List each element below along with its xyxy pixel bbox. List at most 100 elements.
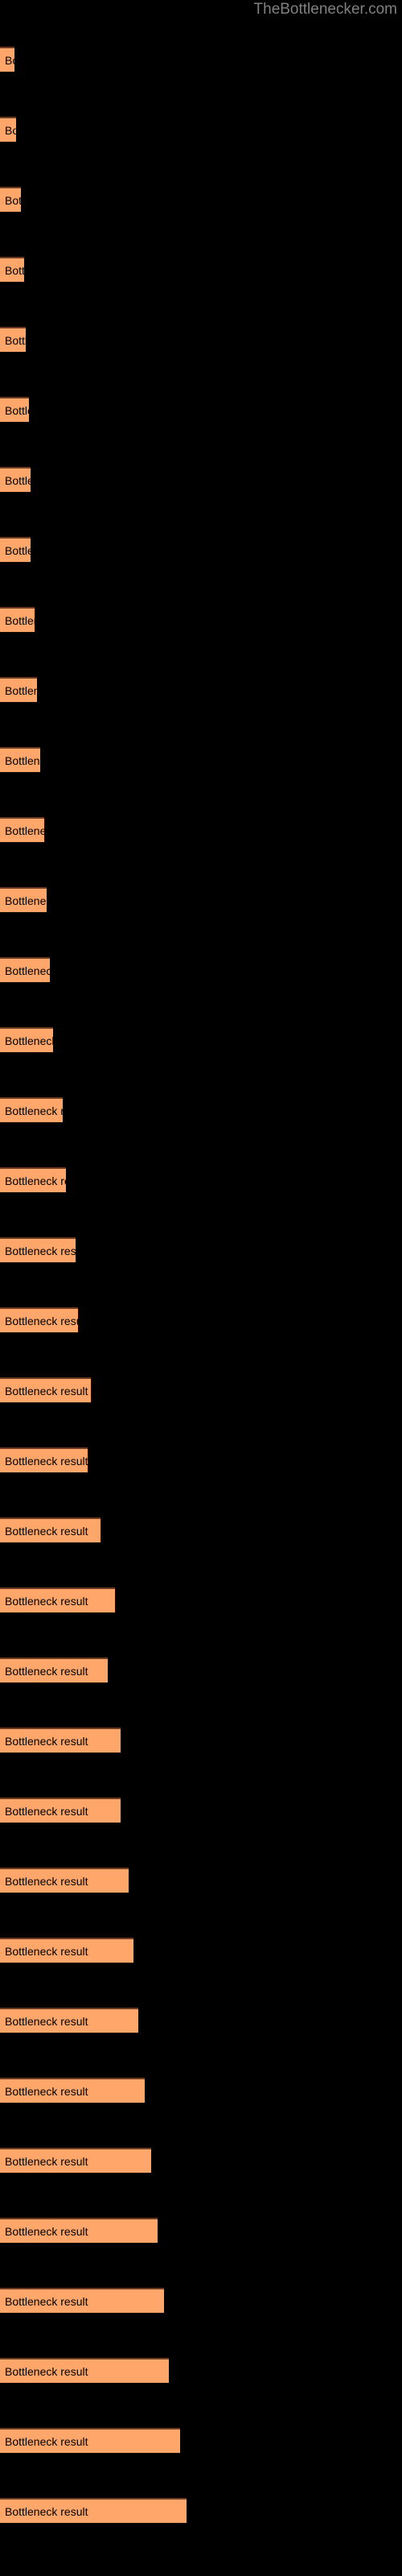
bar-clip: Bottleneck result	[0, 677, 37, 703]
bar[interactable]: Bottleneck result	[0, 2218, 158, 2244]
bar[interactable]: Bottleneck result	[0, 817, 44, 843]
bar[interactable]: Bottleneck result	[0, 1587, 115, 1613]
bar[interactable]: Bottleneck result	[0, 1868, 129, 1893]
bar[interactable]: Bottleneck result	[0, 1097, 63, 1123]
bar-label: Bottleneck result	[5, 613, 35, 627]
bar-label: Bottleneck result	[5, 824, 44, 837]
bar[interactable]: Bottleneck result	[0, 117, 16, 142]
bar-chart: Bottleneck result Bottleneck result Bottle…	[0, 0, 402, 2576]
bar-clip: Bottleneck result	[0, 537, 31, 563]
bar-clip: Bottleneck result	[0, 607, 35, 633]
bar[interactable]: Bottleneck result	[0, 1657, 108, 1683]
bar[interactable]: Bottleneck result	[0, 537, 31, 563]
bar-clip: Bottleneck result	[0, 117, 16, 142]
bar[interactable]: Bottleneck result	[0, 1447, 88, 1473]
bar-label: Bottleneck result	[5, 2084, 88, 2098]
bar[interactable]: Bottleneck result	[0, 957, 50, 983]
bar-label: Bottleneck result	[5, 2224, 88, 2238]
bar-clip: Bottleneck result	[0, 1307, 78, 1333]
bar-clip: Bottleneck result	[0, 397, 29, 423]
bar-label: Bottleneck result	[5, 2294, 88, 2308]
bar-clip: Bottleneck result	[0, 2358, 169, 2384]
bar[interactable]: Bottleneck result	[0, 467, 31, 493]
bar-clip: Bottleneck result	[0, 2288, 164, 2314]
bar-clip: Bottleneck result	[0, 2008, 138, 2033]
bar-clip: Bottleneck result	[0, 1377, 91, 1403]
bar-clip: Bottleneck result	[0, 2428, 180, 2454]
bar-label: Bottleneck result	[5, 683, 37, 697]
bar-clip: Bottleneck result	[0, 817, 44, 843]
bar[interactable]: Bottleneck result	[0, 607, 35, 633]
bar-clip: Bottleneck result	[0, 257, 24, 283]
bar-clip: Bottleneck result	[0, 1097, 63, 1123]
bar-label: Bottleneck result	[5, 263, 24, 277]
bar-clip: Bottleneck result	[0, 1798, 121, 1823]
bar[interactable]: Bottleneck result	[0, 397, 29, 423]
bar[interactable]: Bottleneck result	[0, 677, 37, 703]
bar[interactable]: Bottleneck result	[0, 2008, 138, 2033]
bar[interactable]: Bottleneck result	[0, 187, 21, 213]
bar[interactable]: Bottleneck result	[0, 47, 14, 72]
bar[interactable]: Bottleneck result	[0, 2428, 180, 2454]
bar-label: Bottleneck result	[5, 1104, 63, 1117]
bar-clip: Bottleneck result	[0, 1938, 133, 1963]
bar-label: Bottleneck result	[5, 333, 26, 347]
bar[interactable]: Bottleneck result	[0, 1377, 91, 1403]
bar-clip: Bottleneck result	[0, 957, 50, 983]
bar-label: Bottleneck result	[5, 1034, 53, 1047]
bar-label: Bottleneck result	[5, 123, 16, 137]
bar[interactable]: Bottleneck result	[0, 2288, 164, 2314]
bar-label: Bottleneck result	[5, 193, 21, 207]
bar[interactable]: Bottleneck result	[0, 257, 24, 283]
bar-clip: Bottleneck result	[0, 1868, 129, 1893]
bar-clip: Bottleneck result	[0, 467, 31, 493]
bar[interactable]: Bottleneck result	[0, 1798, 121, 1823]
bar[interactable]: Bottleneck result	[0, 1027, 53, 1053]
bar-label: Bottleneck result	[5, 1594, 88, 1608]
bar-clip: Bottleneck result	[0, 187, 21, 213]
bar-clip: Bottleneck result	[0, 1167, 66, 1193]
bar-clip: Bottleneck result	[0, 887, 47, 913]
site-watermark: TheBottlenecker.com	[253, 1, 397, 18]
bar[interactable]: Bottleneck result	[0, 1938, 133, 1963]
bar[interactable]: Bottleneck result	[0, 1167, 66, 1193]
bar[interactable]: Bottleneck result	[0, 327, 26, 353]
bar-clip: Bottleneck result	[0, 1237, 76, 1263]
bar-label: Bottleneck result	[5, 1734, 88, 1748]
bar[interactable]: Bottleneck result	[0, 887, 47, 913]
bar-clip: Bottleneck result	[0, 2218, 158, 2244]
bar-clip: Bottleneck result	[0, 2148, 151, 2174]
bar[interactable]: Bottleneck result	[0, 1307, 78, 1333]
bar-label: Bottleneck result	[5, 964, 50, 977]
bar-label: Bottleneck result	[5, 1524, 88, 1538]
bar-label: Bottleneck result	[5, 2434, 88, 2448]
bar-label: Bottleneck result	[5, 53, 14, 67]
bar[interactable]: Bottleneck result	[0, 747, 40, 773]
bar[interactable]: Bottleneck result	[0, 2498, 187, 2524]
bar-label: Bottleneck result	[5, 1384, 88, 1397]
bar[interactable]: Bottleneck result	[0, 2358, 169, 2384]
bar-clip: Bottleneck result	[0, 2078, 145, 2103]
bar-clip: Bottleneck result	[0, 1587, 115, 1613]
bar[interactable]: Bottleneck result	[0, 2148, 151, 2174]
bar-clip: Bottleneck result	[0, 47, 14, 72]
bar-clip: Bottleneck result	[0, 1447, 88, 1473]
bar-clip: Bottleneck result	[0, 747, 40, 773]
bar-label: Bottleneck result	[5, 1664, 88, 1678]
bar-label: Bottleneck result	[5, 403, 29, 417]
bar-label: Bottleneck result	[5, 1174, 66, 1187]
bar[interactable]: Bottleneck result	[0, 1517, 100, 1543]
bar-label: Bottleneck result	[5, 1874, 88, 1888]
bar-clip: Bottleneck result	[0, 1657, 108, 1683]
bar-label: Bottleneck result	[5, 753, 40, 767]
bar-label: Bottleneck result	[5, 1314, 78, 1327]
bar-label: Bottleneck result	[5, 1244, 76, 1257]
bar-clip: Bottleneck result	[0, 1027, 53, 1053]
bar[interactable]: Bottleneck result	[0, 1237, 76, 1263]
bar-label: Bottleneck result	[5, 2014, 88, 2028]
bar-label: Bottleneck result	[5, 2504, 88, 2518]
bar[interactable]: Bottleneck result	[0, 2078, 145, 2103]
bar-clip: Bottleneck result	[0, 2498, 187, 2524]
bar-label: Bottleneck result	[5, 1804, 88, 1818]
bar[interactable]: Bottleneck result	[0, 1728, 121, 1753]
